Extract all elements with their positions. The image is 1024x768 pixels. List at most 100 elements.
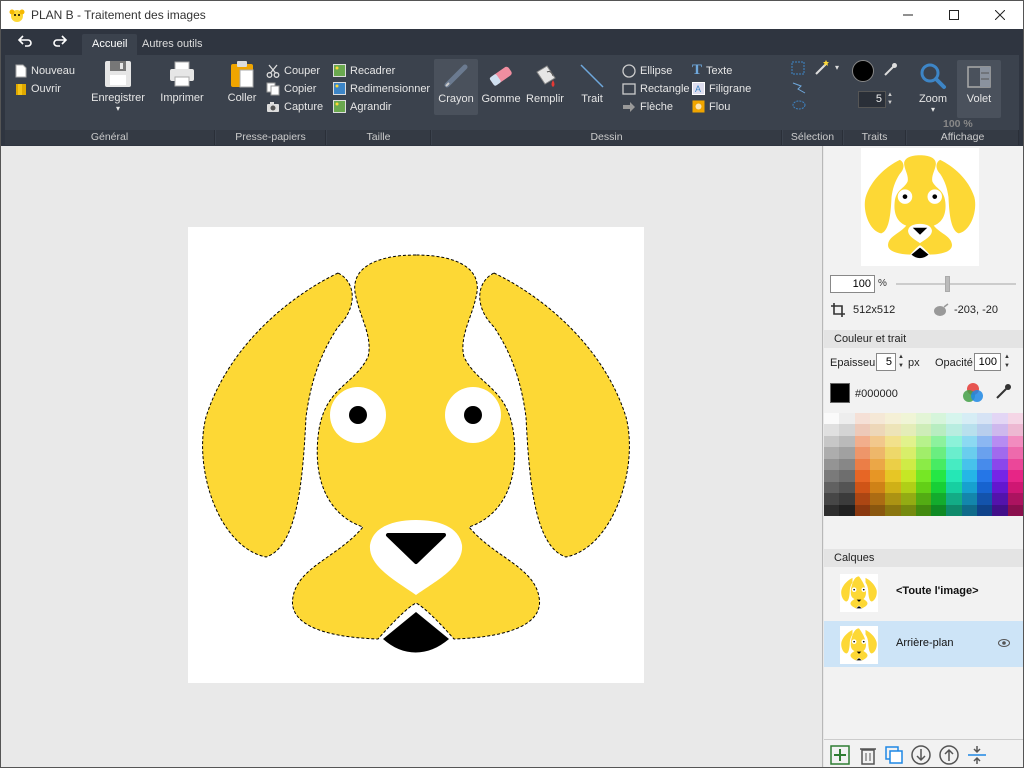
- thickness-spinner[interactable]: ▲ ▼: [896, 353, 906, 371]
- palette-swatch[interactable]: [931, 493, 947, 505]
- palette-swatch[interactable]: [885, 413, 901, 425]
- palette-swatch[interactable]: [839, 413, 855, 425]
- tab-autres-outils[interactable]: Autres outils: [132, 34, 213, 55]
- rect-select-icon[interactable]: [791, 61, 805, 75]
- eraser-tool-button[interactable]: Gomme: [481, 62, 521, 105]
- redo-button[interactable]: [48, 34, 72, 50]
- palette-swatch[interactable]: [885, 435, 901, 448]
- merge-layers-icon[interactable]: [967, 745, 987, 765]
- palette-swatch[interactable]: [977, 470, 993, 482]
- palette-swatch[interactable]: [1007, 458, 1023, 471]
- palette-swatch[interactable]: [900, 481, 916, 494]
- palette-swatch[interactable]: [1007, 493, 1023, 505]
- palette-swatch[interactable]: [854, 447, 870, 459]
- palette-swatch[interactable]: [992, 413, 1008, 425]
- new-button[interactable]: Nouveau: [15, 62, 75, 79]
- palette-swatch[interactable]: [839, 435, 855, 448]
- palette-swatch[interactable]: [824, 435, 840, 448]
- fill-tool-button[interactable]: Remplir: [525, 62, 565, 105]
- palette-swatch[interactable]: [992, 470, 1008, 482]
- print-button[interactable]: Imprimer: [157, 59, 207, 104]
- canvas-workspace[interactable]: [1, 146, 823, 767]
- palette-swatch[interactable]: [946, 435, 962, 448]
- line-tool-button[interactable]: Trait: [572, 62, 612, 105]
- palette-swatch[interactable]: [977, 424, 993, 436]
- stroke-size-spinner[interactable]: ▲ ▼: [887, 91, 895, 108]
- palette-swatch[interactable]: [869, 470, 886, 482]
- palette-swatch[interactable]: [961, 504, 978, 516]
- palette-swatch[interactable]: [931, 435, 947, 448]
- palette-swatch[interactable]: [915, 458, 932, 471]
- palette-swatch[interactable]: [869, 424, 886, 436]
- palette-swatch[interactable]: [946, 447, 962, 459]
- pane-button[interactable]: Volet: [957, 60, 1001, 118]
- palette-swatch[interactable]: [1007, 424, 1023, 436]
- capture-button[interactable]: Capture: [266, 98, 323, 115]
- palette-swatch[interactable]: [992, 424, 1008, 436]
- color-picker-icon[interactable]: [994, 383, 1012, 401]
- move-layer-up-icon[interactable]: [939, 745, 959, 765]
- color-palette[interactable]: [824, 413, 1023, 516]
- selection-dropdown-icon[interactable]: ▾: [835, 63, 839, 72]
- palette-swatch[interactable]: [869, 447, 886, 459]
- palette-swatch[interactable]: [931, 481, 947, 494]
- palette-swatch[interactable]: [977, 413, 993, 425]
- palette-swatch[interactable]: [900, 424, 916, 436]
- palette-swatch[interactable]: [839, 447, 855, 459]
- palette-swatch[interactable]: [900, 493, 916, 505]
- palette-swatch[interactable]: [824, 481, 840, 494]
- palette-swatch[interactable]: [900, 447, 916, 459]
- palette-swatch[interactable]: [839, 481, 855, 494]
- palette-swatch[interactable]: [1007, 435, 1023, 448]
- thickness-input[interactable]: 5: [876, 353, 896, 371]
- palette-swatch[interactable]: [824, 470, 840, 482]
- layer-row-whole-image[interactable]: <Toute l'image>: [824, 569, 1023, 615]
- current-color-swatch[interactable]: [830, 383, 850, 403]
- palette-swatch[interactable]: [946, 458, 962, 471]
- palette-swatch[interactable]: [961, 458, 978, 471]
- palette-swatch[interactable]: [869, 435, 886, 448]
- palette-swatch[interactable]: [824, 413, 840, 425]
- visibility-eye-icon[interactable]: [998, 638, 1010, 648]
- enlarge-button[interactable]: Agrandir: [333, 98, 392, 115]
- palette-swatch[interactable]: [946, 504, 962, 516]
- palette-swatch[interactable]: [946, 413, 962, 425]
- palette-swatch[interactable]: [869, 458, 886, 471]
- palette-swatch[interactable]: [961, 435, 978, 448]
- free-select-icon[interactable]: [791, 81, 807, 95]
- palette-swatch[interactable]: [869, 493, 886, 505]
- zoom-button[interactable]: Zoom ▾: [913, 62, 953, 114]
- opacity-input[interactable]: 100: [974, 353, 1001, 371]
- palette-swatch[interactable]: [900, 458, 916, 471]
- move-layer-down-icon[interactable]: [911, 745, 931, 765]
- palette-swatch[interactable]: [900, 504, 916, 516]
- palette-swatch[interactable]: [869, 504, 886, 516]
- rectangle-tool-button[interactable]: Rectangle: [622, 80, 690, 97]
- palette-swatch[interactable]: [961, 481, 978, 494]
- palette-swatch[interactable]: [946, 493, 962, 505]
- stroke-color-swatch[interactable]: [852, 60, 874, 82]
- palette-swatch[interactable]: [915, 470, 932, 482]
- palette-swatch[interactable]: [992, 481, 1008, 494]
- palette-swatch[interactable]: [961, 424, 978, 436]
- palette-swatch[interactable]: [839, 470, 855, 482]
- palette-swatch[interactable]: [946, 470, 962, 482]
- zoom-slider[interactable]: [896, 276, 1016, 292]
- palette-swatch[interactable]: [977, 458, 993, 471]
- zoom-slider-handle[interactable]: [945, 276, 950, 292]
- palette-swatch[interactable]: [1007, 481, 1023, 494]
- maximize-button[interactable]: [931, 1, 977, 29]
- palette-swatch[interactable]: [839, 458, 855, 471]
- palette-swatch[interactable]: [824, 504, 840, 516]
- text-tool-button[interactable]: T Texte: [692, 62, 732, 79]
- palette-swatch[interactable]: [885, 424, 901, 436]
- palette-swatch[interactable]: [854, 470, 870, 482]
- palette-swatch[interactable]: [931, 413, 947, 425]
- palette-swatch[interactable]: [900, 435, 916, 448]
- palette-swatch[interactable]: [977, 481, 993, 494]
- blur-tool-button[interactable]: Flou: [692, 98, 730, 115]
- ellipse-tool-button[interactable]: Ellipse: [622, 62, 672, 79]
- opacity-spinner[interactable]: ▲ ▼: [1002, 353, 1012, 371]
- palette-swatch[interactable]: [854, 413, 870, 425]
- stroke-size-input[interactable]: 5: [858, 91, 886, 108]
